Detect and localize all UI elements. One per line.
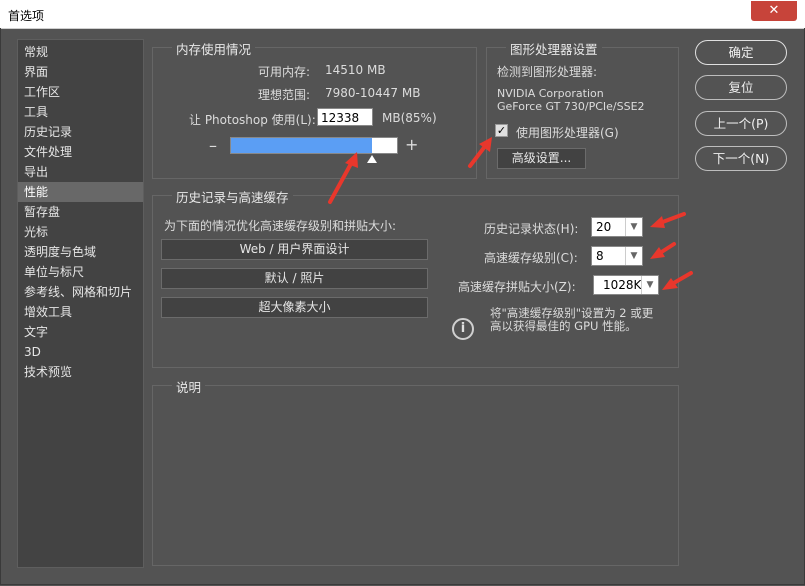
description-group [152, 385, 679, 566]
memory-slider-thumb[interactable] [367, 155, 377, 163]
gpu-settings-legend: 图形处理器设置 [506, 39, 602, 58]
cache-tile-size-label: 高速缓存拼贴大小(Z): [458, 280, 576, 294]
sidebar-item-units-rulers[interactable]: 单位与标尺 [18, 262, 143, 282]
sidebar-item-interface[interactable]: 界面 [18, 62, 143, 82]
chevron-down-icon: ▼ [625, 218, 642, 236]
annotation-arrow-gpu [468, 137, 492, 168]
chevron-down-icon: ▼ [625, 247, 642, 265]
cache-levels-select[interactable]: 8 ▼ [591, 246, 643, 266]
default-photos-button[interactable]: 默认 / 照片 [161, 268, 428, 289]
gpu-detected-label: 检测到图形处理器: [497, 65, 598, 79]
cache-tile-size-select[interactable]: 1028K ▼ [593, 275, 659, 295]
cache-tile-size-value: 1028K [603, 278, 642, 292]
category-list[interactable]: 常规 界面 工作区 工具 历史记录 文件处理 导出 性能 暂存盘 光标 透明度与… [17, 39, 144, 568]
memory-slider-track[interactable] [230, 137, 398, 154]
use-gpu-label: 使用图形处理器(G) [516, 126, 619, 140]
sidebar-item-tools[interactable]: 工具 [18, 102, 143, 122]
gpu-vendor: NVIDIA Corporation [497, 87, 604, 100]
sidebar-item-cursors[interactable]: 光标 [18, 222, 143, 242]
sidebar-item-type[interactable]: 文字 [18, 322, 143, 342]
ok-button[interactable]: 确定 [695, 40, 787, 65]
ideal-range-label: 理想范围: [258, 88, 311, 102]
cache-levels-value: 8 [596, 249, 604, 263]
memory-usage-input[interactable]: 12338 [317, 108, 373, 126]
gpu-tip-line-2: 高以获得最佳的 GPU 性能。 [490, 319, 637, 333]
gpu-model: GeForce GT 730/PCIe/SSE2 [497, 100, 645, 113]
history-states-label: 历史记录状态(H): [484, 222, 579, 236]
chevron-down-icon: ▼ [641, 276, 658, 294]
optimize-cache-label: 为下面的情况优化高速缓存级别和拼贴大小: [164, 219, 397, 233]
previous-button[interactable]: 上一个(P) [695, 111, 787, 136]
history-states-value: 20 [596, 220, 612, 234]
annotation-arrow-history-states [650, 212, 686, 228]
sidebar-item-general[interactable]: 常规 [18, 42, 143, 62]
increase-memory-button[interactable]: + [405, 135, 418, 154]
huge-pixel-dimensions-button[interactable]: 超大像素大小 [161, 297, 428, 318]
title-bar: 首选项 ✕ [0, 0, 805, 29]
decrease-memory-button[interactable]: – [209, 136, 217, 155]
advanced-settings-button[interactable]: 高级设置... [497, 148, 586, 169]
ideal-range-value: 7980-10447 MB [325, 86, 421, 100]
memory-percent-label: MB(85%) [382, 111, 437, 125]
annotation-arrow-slider [328, 152, 358, 204]
use-gpu-checkbox[interactable]: ✓ [495, 124, 508, 137]
available-memory-value: 14510 MB [325, 63, 386, 77]
description-legend: 说明 [172, 377, 206, 396]
sidebar-item-plugins[interactable]: 增效工具 [18, 302, 143, 322]
sidebar-item-export[interactable]: 导出 [18, 162, 143, 182]
sidebar-item-workspace[interactable]: 工作区 [18, 82, 143, 102]
sidebar-item-history[interactable]: 历史记录 [18, 122, 143, 142]
info-icon: i [452, 318, 474, 340]
sidebar-item-tech-preview[interactable]: 技术预览 [18, 362, 143, 382]
web-ui-design-button[interactable]: Web / 用户界面设计 [161, 239, 428, 260]
history-states-select[interactable]: 20 ▼ [591, 217, 643, 237]
memory-usage-legend: 内存使用情况 [172, 39, 256, 58]
annotation-arrow-tile-size [662, 271, 693, 290]
let-photoshop-use-label: 让 Photoshop 使用(L): [189, 113, 316, 127]
sidebar-item-3d[interactable]: 3D [18, 342, 143, 362]
sidebar-item-guides-grid[interactable]: 参考线、网格和切片 [18, 282, 143, 302]
annotation-arrow-cache-levels [650, 242, 676, 259]
cache-levels-label: 高速缓存级别(C): [484, 251, 578, 265]
close-button[interactable]: ✕ [751, 1, 797, 21]
sidebar-item-transparency[interactable]: 透明度与色域 [18, 242, 143, 262]
next-button[interactable]: 下一个(N) [695, 146, 787, 171]
history-cache-legend: 历史记录与高速缓存 [172, 187, 293, 206]
reset-button[interactable]: 复位 [695, 75, 787, 100]
sidebar-item-file-handling[interactable]: 文件处理 [18, 142, 143, 162]
available-memory-label: 可用内存: [258, 65, 311, 79]
window-title: 首选项 [8, 9, 45, 23]
sidebar-item-performance[interactable]: 性能 [18, 182, 143, 202]
sidebar-item-scratch-disks[interactable]: 暂存盘 [18, 202, 143, 222]
